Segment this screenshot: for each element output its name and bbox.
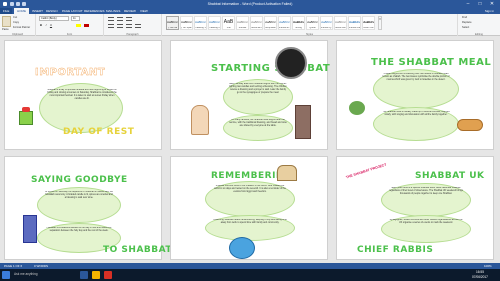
- numbering-icon[interactable]: [117, 17, 123, 21]
- align-left-icon[interactable]: [108, 24, 114, 28]
- justify-icon[interactable]: [135, 24, 141, 28]
- style-strong[interactable]: AaBbCcDcStrong: [292, 16, 305, 30]
- style-book-title[interactable]: AaBbCcDcBook Title: [362, 16, 375, 30]
- format-painter-button[interactable]: Format Painter: [13, 26, 30, 29]
- style-subtle-emphasis[interactable]: AaBbCcDcSubtle Em...: [250, 16, 263, 30]
- page-body-2: Synagogues, Jewish schools and other Jew…: [389, 219, 463, 224]
- heading-starting-shabbat: STARTING SHABBAT: [211, 63, 331, 74]
- style-heading-1[interactable]: AaBbCc Heading 1: [194, 16, 207, 30]
- taskbar: Ask me anything 16:55 07/06/2017: [0, 269, 500, 281]
- page-saying-goodbye[interactable]: SAYING GOODBYE At sunset on Saturday the…: [4, 156, 172, 260]
- font-group: Calibri (Body) 11 B I U Font: [36, 14, 104, 36]
- clock-icon: [275, 47, 307, 79]
- style-subtle-reference[interactable]: AaBbCcDcSubtle Ref...: [334, 16, 347, 30]
- redo-icon[interactable]: [22, 2, 26, 6]
- woman-icon: [191, 105, 209, 135]
- title-bar: Shabbat Information - Word (Product Acti…: [0, 0, 500, 8]
- page-body: Each Sunday afternoon Shabbat begins wit…: [229, 83, 287, 94]
- bold-button[interactable]: B: [39, 23, 43, 27]
- challah-icon: [457, 119, 483, 131]
- word-taskbar-icon[interactable]: [80, 271, 88, 279]
- page-shabbat-meal[interactable]: THE SHABBAT MEAL Challah begins with a b…: [336, 40, 494, 150]
- word-window: Shabbat Information - Word (Product Acti…: [0, 0, 500, 281]
- page-body: Shabbat reminds Jews of the creation of …: [214, 185, 286, 193]
- word-logo-icon: [3, 2, 7, 6]
- find-button[interactable]: Find: [462, 16, 467, 19]
- commandments-icon: [277, 165, 297, 181]
- style-quote[interactable]: AaBbCcDcQuote: [306, 16, 319, 30]
- globe-icon: [229, 237, 255, 259]
- page-body: Shabbat is a day of spiritual renewal an…: [47, 89, 117, 100]
- style-intense-quote[interactable]: AaBbCcDcIntense Q...: [320, 16, 333, 30]
- page-starting-shabbat[interactable]: STARTING SHABBAT Each Sunday afternoon S…: [170, 40, 331, 150]
- replace-button[interactable]: Replace: [462, 21, 472, 24]
- browser-icon[interactable]: [104, 271, 112, 279]
- select-button[interactable]: Select: [462, 26, 469, 29]
- multilevel-list-icon[interactable]: [126, 17, 132, 21]
- page-body: Each year there is a special Shabbat whe…: [389, 187, 463, 195]
- align-center-icon[interactable]: [117, 24, 123, 28]
- heading-to-shabbat: TO SHABBAT: [103, 245, 173, 255]
- heading-day-of-rest: DAY OF REST: [63, 127, 135, 137]
- style-normal[interactable]: AaBbCcDc¶ Normal: [166, 16, 179, 30]
- page-shabbat-uk[interactable]: SHABBAT UK THE SHABBAT PROJECT Each year…: [336, 156, 494, 260]
- heading-important: IMPORTANT: [35, 67, 106, 78]
- font-size-select[interactable]: 11: [71, 16, 80, 21]
- paragraph-group: Paragraph: [104, 14, 162, 36]
- start-icon[interactable]: [2, 271, 10, 279]
- gift-icon: [19, 111, 33, 125]
- heading-saying-goodbye: SAYING GOODBYE: [31, 175, 128, 185]
- page-body: At sunset on Saturday the departure of S…: [45, 191, 113, 199]
- italic-button[interactable]: I: [44, 23, 48, 27]
- page-body-2: Observing Shabbat means remembering, kee…: [213, 219, 287, 224]
- undo-icon[interactable]: [16, 2, 20, 6]
- maximize-button[interactable]: □: [474, 0, 486, 8]
- close-button[interactable]: ✕: [486, 0, 498, 8]
- save-icon[interactable]: [10, 2, 14, 6]
- page-important[interactable]: IMPORTANT Shabbat is a day of spiritual …: [4, 40, 162, 150]
- paste-icon[interactable]: [2, 16, 11, 27]
- styles-more-icon[interactable]: ▾: [378, 16, 382, 30]
- minimize-button[interactable]: –: [462, 0, 474, 8]
- ribbon: Paste Cut Copy Format Painter Clipboard …: [0, 14, 500, 36]
- clock-time: 16:55: [476, 270, 484, 274]
- page-body-2: The Shabbat meal is usually made up of s…: [382, 111, 450, 116]
- style-heading-2[interactable]: AaBbCcl Heading 2: [208, 16, 221, 30]
- document-canvas[interactable]: IMPORTANT Shabbat is a day of spiritual …: [0, 36, 500, 263]
- bullets-icon[interactable]: [108, 17, 114, 21]
- style-intense-reference[interactable]: AaBbCcDcIntense Re...: [348, 16, 361, 30]
- underline-button[interactable]: U: [49, 23, 53, 27]
- heading-chief-rabbis: CHIEF RABBIS: [357, 245, 434, 255]
- search-box[interactable]: Ask me anything: [14, 272, 38, 276]
- font-color-icon[interactable]: [84, 24, 89, 27]
- style-no-spacing[interactable]: AaBbCcDc¶ No Spac...: [180, 16, 193, 30]
- heading-shabbat-meal: THE SHABBAT MEAL: [371, 57, 492, 68]
- heading-shabbat-uk: SHABBAT UK: [415, 171, 485, 181]
- clock-date: 07/06/2017: [472, 275, 488, 279]
- clipboard-group: Paste Cut Copy Format Painter Clipboard: [0, 14, 36, 36]
- font-name-select[interactable]: Calibri (Body): [39, 16, 69, 21]
- shabbat-project-badge: THE SHABBAT PROJECT: [345, 162, 387, 180]
- align-right-icon[interactable]: [126, 24, 132, 28]
- page-remembering[interactable]: REMEMBERING Shabbat reminds Jews of the …: [170, 156, 328, 260]
- file-explorer-icon[interactable]: [92, 271, 100, 279]
- style-emphasis[interactable]: AaBbCcDcEmphasis: [264, 16, 277, 30]
- page-body-2: On many families, the Shabbat meal begin…: [229, 119, 287, 127]
- editing-group: Find Replace Select Editing: [458, 14, 500, 36]
- salad-icon: [349, 101, 365, 115]
- cut-button[interactable]: Cut: [13, 16, 17, 19]
- bow-icon: [22, 107, 30, 112]
- highlight-icon[interactable]: [76, 24, 81, 27]
- page-body: Challah begins with a blessing over two …: [382, 73, 450, 81]
- havdalah-candle-icon: [23, 215, 37, 243]
- paste-button[interactable]: Paste: [2, 28, 9, 31]
- styles-group: AaBbCcDc¶ Normal AaBbCcDc¶ No Spac... Aa…: [162, 14, 458, 36]
- style-title[interactable]: AaB Title: [222, 16, 235, 30]
- style-subtitle[interactable]: AaBbCcDSubtitle: [236, 16, 249, 30]
- synagogue-icon: [295, 105, 311, 139]
- copy-button[interactable]: Copy: [13, 21, 19, 24]
- style-intense-emphasis[interactable]: AaBbCcDcIntense E...: [278, 16, 291, 30]
- document-title: Shabbat Information - Word (Product Acti…: [207, 2, 293, 6]
